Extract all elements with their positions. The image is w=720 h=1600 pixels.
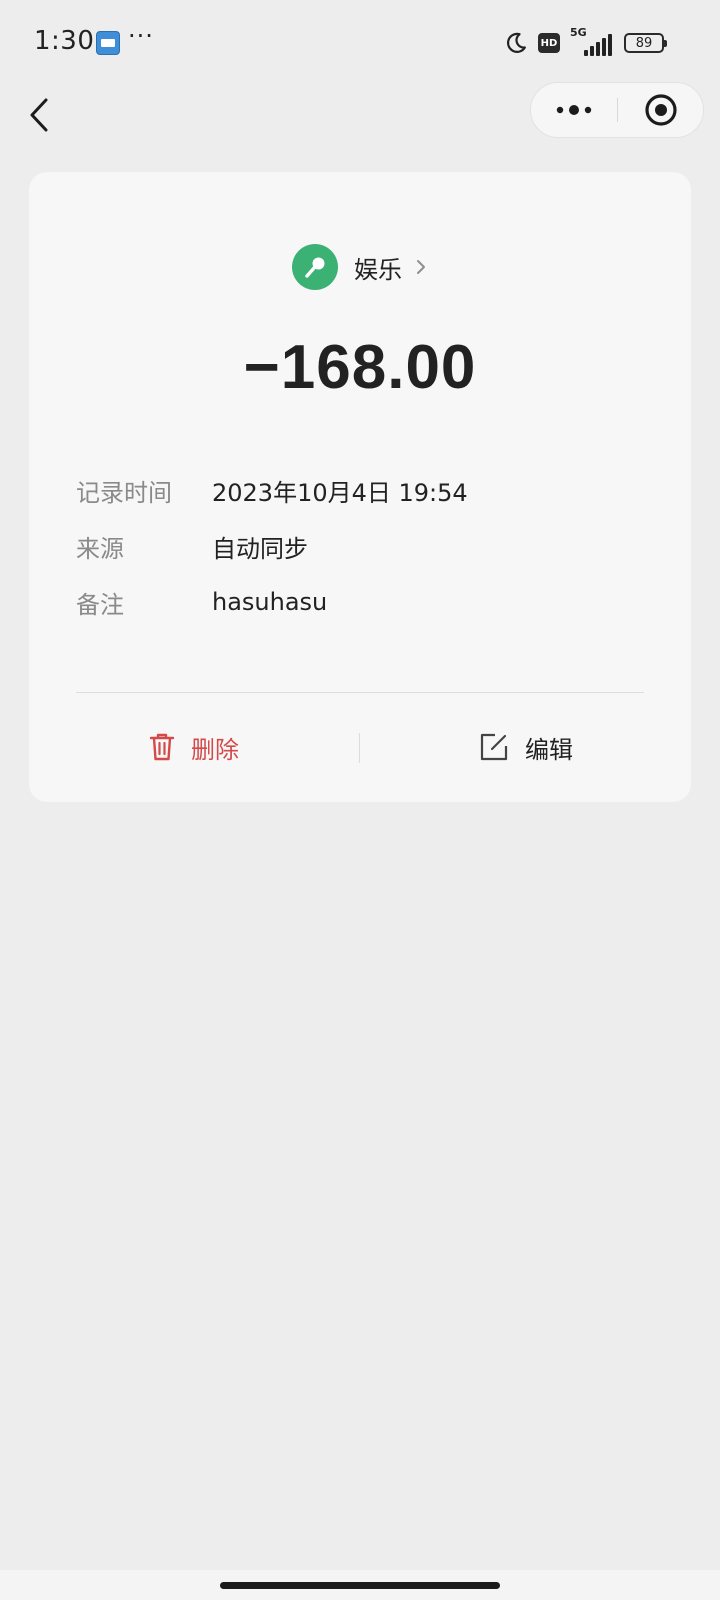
capsule-menu (530, 82, 704, 138)
delete-label: 删除 (191, 735, 239, 764)
battery-level: 89 (635, 35, 653, 51)
detail-row-record-time: 记录时间 2023年10月4日 19:54 (76, 462, 646, 518)
source-value: 自动同步 (212, 534, 308, 563)
note-value: hasuhasu (212, 588, 328, 616)
category-selector[interactable]: 娱乐 (29, 244, 691, 290)
edit-button[interactable]: 编辑 (361, 693, 691, 801)
status-more-indicator: ··· (128, 22, 154, 50)
home-indicator[interactable] (220, 1582, 500, 1589)
hd-icon: HD (538, 33, 560, 53)
record-time-value: 2023年10月4日 19:54 (212, 478, 468, 507)
note-label: 备注 (76, 590, 124, 619)
record-actions: 删除 编辑 (29, 693, 691, 802)
notification-app-icon (96, 31, 120, 55)
category-icon-badge (292, 244, 338, 290)
signal-icon: 5G (570, 26, 614, 56)
battery-icon: 89 (624, 33, 667, 53)
back-button[interactable] (22, 90, 62, 140)
status-bar: 1:30 ··· HD 5G 89 (0, 0, 720, 84)
microphone-icon (305, 257, 325, 278)
record-time-label: 记录时间 (76, 478, 172, 507)
trash-icon (149, 733, 175, 761)
chevron-right-icon (414, 256, 428, 278)
close-button[interactable] (619, 83, 703, 137)
signal-bars-icon (584, 34, 612, 56)
status-time: 1:30 (34, 26, 95, 56)
category-label: 娱乐 (354, 255, 402, 284)
status-icons: HD 5G 89 (504, 26, 667, 58)
amount: −168.00 (243, 333, 477, 402)
detail-row-note: 备注 hasuhasu (76, 574, 646, 630)
chevron-left-icon (30, 98, 48, 132)
more-dots-icon (556, 105, 592, 115)
bottom-gesture-area (0, 1570, 720, 1600)
record-details: 记录时间 2023年10月4日 19:54 来源 自动同步 备注 hasuhas… (76, 462, 646, 630)
more-button[interactable] (531, 83, 617, 137)
target-close-icon (645, 94, 677, 126)
edit-icon (480, 733, 508, 761)
action-divider (359, 733, 360, 763)
detail-row-source: 来源 自动同步 (76, 518, 646, 574)
delete-button[interactable]: 删除 (29, 693, 359, 801)
record-card: 娱乐 −168.00 记录时间 2023年10月4日 19:54 来源 自动同步… (29, 172, 691, 802)
moon-icon (504, 31, 528, 55)
edit-label: 编辑 (525, 735, 573, 764)
source-label: 来源 (76, 534, 124, 563)
capsule-divider (617, 98, 618, 122)
